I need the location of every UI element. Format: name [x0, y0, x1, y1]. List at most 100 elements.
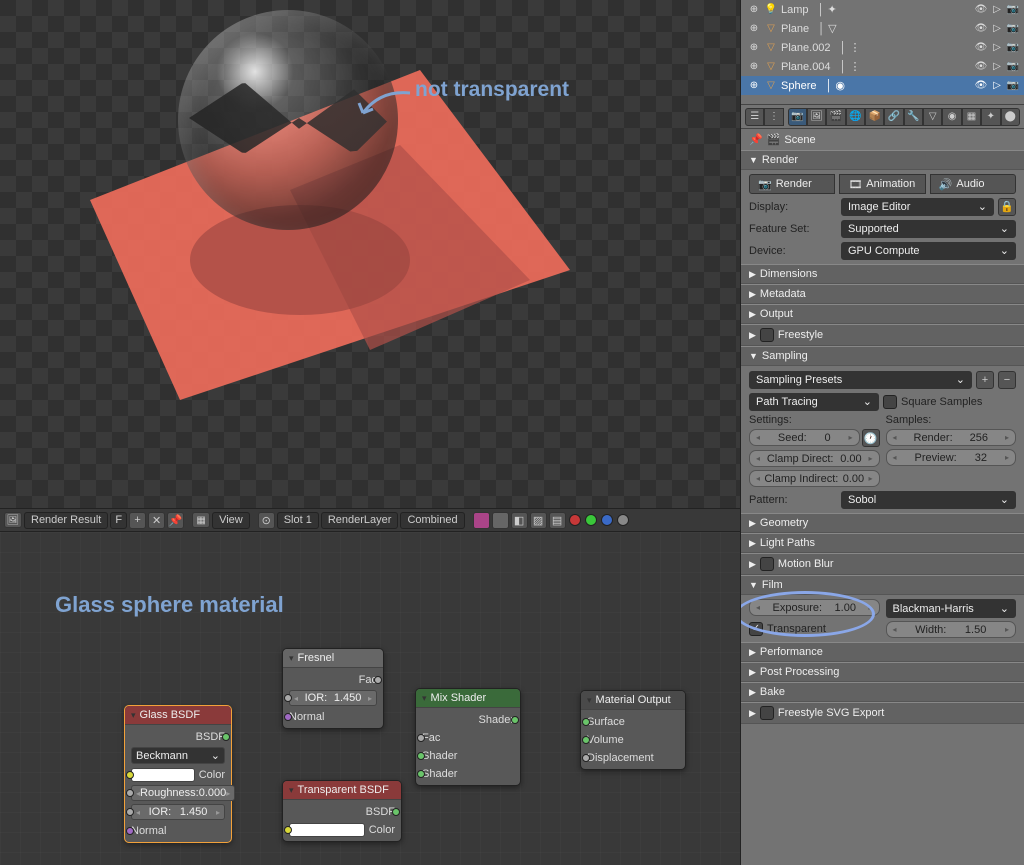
render-button[interactable]: 📷 Render — [749, 174, 835, 194]
node-fresnel[interactable]: ▾Fresnel Fac ◂IOR:1.450▸ Normal — [282, 648, 384, 729]
svg-export-checkbox[interactable] — [760, 706, 774, 720]
scope-red-icon[interactable] — [569, 514, 581, 526]
freestyle-checkbox[interactable] — [760, 328, 774, 342]
panel-svg-head[interactable]: ▶Freestyle SVG Export — [741, 702, 1024, 724]
channel-alpha-button[interactable] — [492, 512, 509, 529]
node-header[interactable]: ▾Transparent BSDF — [283, 781, 401, 800]
tab-gap[interactable]: ⋮ — [764, 108, 783, 126]
outliner[interactable]: ⊕💡Lamp│ ✦ 👁▷📷 ⊕▽Plane│ ▽ 👁▷📷 ⊕▽Plane.002… — [741, 0, 1024, 105]
pin-icon[interactable]: 📌 — [749, 133, 763, 146]
preset-add-button[interactable]: + — [976, 371, 994, 389]
tab-texture[interactable]: ▦ — [962, 108, 981, 126]
panel-motionblur-head[interactable]: ▶Motion Blur — [741, 553, 1024, 575]
clamp-indirect-field[interactable]: ◂Clamp Indirect:0.00▸ — [749, 470, 880, 487]
glass-distribution-select[interactable]: Beckmann⌄ — [131, 747, 225, 764]
tab-render-presets[interactable]: ☰ — [745, 108, 764, 126]
sampling-presets-select[interactable]: Sampling Presets⌄ — [749, 371, 972, 389]
pin-button[interactable]: 📌 — [167, 512, 184, 529]
preset-remove-button[interactable]: − — [998, 371, 1016, 389]
transparent-color-field[interactable] — [289, 823, 365, 837]
panel-lightpaths-head[interactable]: ▶Light Paths — [741, 533, 1024, 553]
properties-panel[interactable]: 📌 🎬Scene ▼Render 📷 Render 🎞 Animation 🔊 … — [741, 129, 1024, 865]
node-header[interactable]: ▾Fresnel — [283, 649, 383, 668]
tab-layers[interactable]: 🖼 — [807, 108, 826, 126]
view-icon[interactable]: ▦ — [192, 512, 210, 528]
pattern-select[interactable]: Sobol⌄ — [841, 491, 1016, 509]
tab-particles[interactable]: ✦ — [981, 108, 1000, 126]
render-viewport[interactable]: not transparent — [0, 0, 740, 508]
panel-render-head[interactable]: ▼Render — [741, 150, 1024, 170]
node-transparent-bsdf[interactable]: ▾Transparent BSDF BSDF Color — [282, 780, 402, 842]
square-samples-checkbox[interactable] — [883, 395, 897, 409]
slot-selector[interactable]: Slot 1 — [277, 512, 319, 529]
tab-constraints[interactable]: 🔗 — [884, 108, 903, 126]
scope-green-icon[interactable] — [585, 514, 597, 526]
tab-object[interactable]: 📦 — [865, 108, 884, 126]
renderable-icon[interactable]: 📷 — [1006, 4, 1020, 15]
panel-bake-head[interactable]: ▶Bake — [741, 682, 1024, 702]
node-mix-shader[interactable]: ▾Mix Shader Shader Fac Shader Shader — [415, 688, 521, 786]
node-editor[interactable]: Glass sphere material ▾Glass BSDF BSDF B… — [0, 532, 740, 865]
channel-z-button[interactable]: ◧ — [511, 512, 528, 529]
tab-render[interactable]: 📷 — [788, 108, 807, 126]
tab-modifiers[interactable]: 🔧 — [904, 108, 923, 126]
panel-output-head[interactable]: ▶Output — [741, 304, 1024, 324]
node-glass-bsdf[interactable]: ▾Glass BSDF BSDF Beckmann⌄ Color ◂Roughn… — [124, 705, 232, 843]
channel-color-button[interactable] — [473, 512, 490, 529]
featureset-select[interactable]: Supported⌄ — [841, 220, 1016, 238]
node-header[interactable]: ▾Mix Shader — [416, 689, 520, 708]
tab-physics[interactable]: ⬤ — [1001, 108, 1020, 126]
tab-data[interactable]: ▽ — [923, 108, 942, 126]
panel-metadata-head[interactable]: ▶Metadata — [741, 284, 1024, 304]
outliner-item-plane004[interactable]: ⊕▽Plane.004│ ⋮ 👁▷📷 — [741, 57, 1024, 76]
lock-ui-button[interactable]: 🔒 — [998, 198, 1016, 216]
seed-clock-button[interactable]: 🕐 — [862, 429, 880, 447]
panel-dimensions-head[interactable]: ▶Dimensions — [741, 264, 1024, 284]
image-selector[interactable]: Render Result — [24, 512, 108, 529]
pixel-filter-select[interactable]: Blackman-Harris⌄ — [886, 599, 1017, 618]
node-header[interactable]: ▾Glass BSDF — [125, 706, 231, 725]
node-material-output[interactable]: ▾Material Output Surface Volume Displace… — [580, 690, 686, 770]
audio-button[interactable]: 🔊 Audio — [930, 174, 1016, 194]
panel-film-head[interactable]: ▼Film — [741, 575, 1024, 595]
transparent-checkbox[interactable] — [749, 622, 763, 636]
glass-ior-field[interactable]: ◂IOR:1.450▸ — [131, 804, 225, 820]
visibility-icon[interactable]: 👁 — [974, 4, 988, 15]
unlink-button[interactable]: ✕ — [148, 512, 165, 529]
panel-freestyle-head[interactable]: ▶Freestyle — [741, 324, 1024, 346]
tab-material[interactable]: ◉ — [942, 108, 961, 126]
panel-sampling-head[interactable]: ▼Sampling — [741, 346, 1024, 366]
outliner-item-plane[interactable]: ⊕▽Plane│ ▽ 👁▷📷 — [741, 19, 1024, 38]
editor-type-icon[interactable]: 🖼 — [4, 512, 22, 528]
fake-user-button[interactable]: F — [110, 512, 127, 529]
renderlayer-selector[interactable]: RenderLayer — [321, 512, 399, 529]
scope-luma-icon[interactable] — [617, 514, 629, 526]
preview-samples-field[interactable]: ◂Preview:32▸ — [886, 449, 1017, 466]
panel-postproc-head[interactable]: ▶Post Processing — [741, 662, 1024, 682]
display-button[interactable]: ▤ — [549, 512, 566, 529]
outliner-item-plane002[interactable]: ⊕▽Plane.002│ ⋮ 👁▷📷 — [741, 38, 1024, 57]
channel-r-button[interactable]: ▨ — [530, 512, 547, 529]
add-image-button[interactable]: + — [129, 512, 146, 529]
render-samples-field[interactable]: ◂Render:256▸ — [886, 429, 1017, 446]
panel-geometry-head[interactable]: ▶Geometry — [741, 513, 1024, 533]
device-select[interactable]: GPU Compute⌄ — [841, 242, 1016, 260]
panel-performance-head[interactable]: ▶Performance — [741, 642, 1024, 662]
outliner-item-lamp[interactable]: ⊕💡Lamp│ ✦ 👁▷📷 — [741, 0, 1024, 19]
pass-selector[interactable]: Combined — [400, 512, 464, 529]
motionblur-checkbox[interactable] — [760, 557, 774, 571]
scope-blue-icon[interactable] — [601, 514, 613, 526]
fresnel-ior-field[interactable]: ◂IOR:1.450▸ — [289, 690, 377, 706]
glass-roughness-field[interactable]: ◂Roughness:0.000▸ — [131, 785, 235, 801]
integrator-select[interactable]: Path Tracing⌄ — [749, 393, 879, 411]
node-header[interactable]: ▾Material Output — [581, 691, 685, 710]
selectable-icon[interactable]: ▷ — [990, 4, 1004, 15]
filter-width-field[interactable]: ◂Width:1.50▸ — [886, 621, 1017, 638]
animation-button[interactable]: 🎞 Animation — [839, 174, 925, 194]
clamp-direct-field[interactable]: ◂Clamp Direct:0.00▸ — [749, 450, 880, 467]
display-select[interactable]: Image Editor⌄ — [841, 198, 994, 216]
glass-color-field[interactable] — [131, 768, 195, 782]
tab-scene[interactable]: 🎬 — [826, 108, 845, 126]
outliner-item-sphere[interactable]: ⊕▽Sphere│ ◉ 👁▷📷 — [741, 76, 1024, 95]
pivot-button[interactable]: ⊙ — [258, 512, 275, 529]
